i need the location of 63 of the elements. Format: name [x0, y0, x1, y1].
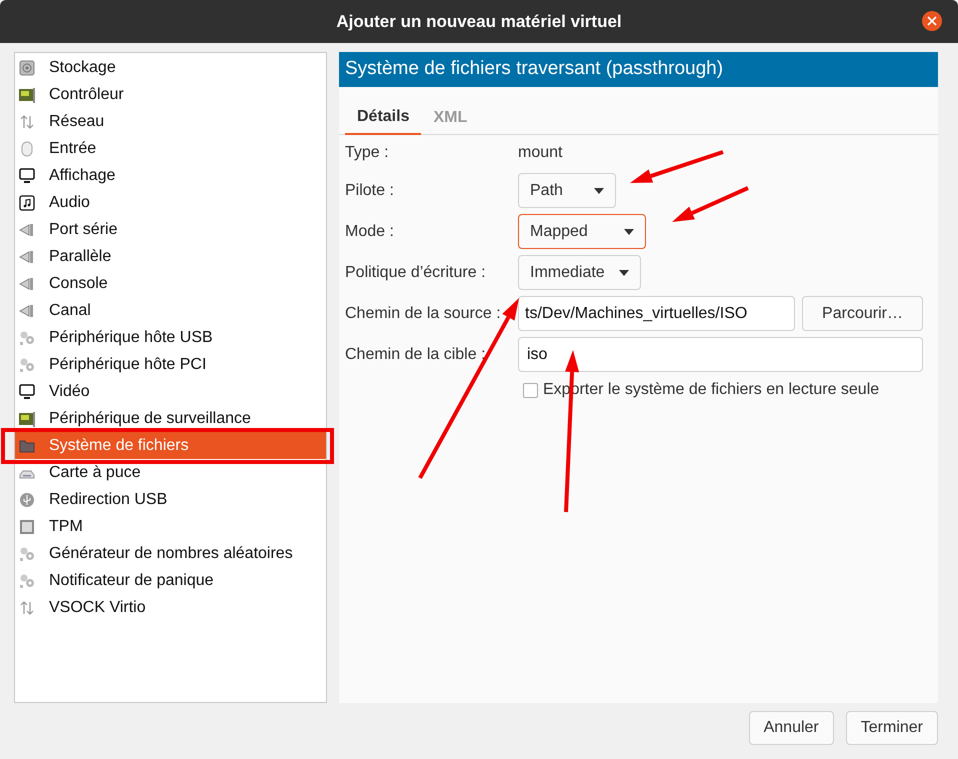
dialog-button[interactable]: Annuler	[748, 711, 834, 745]
device-list-item[interactable]: Redirection USB	[15, 486, 326, 513]
device-list-item[interactable]: Vidéo	[15, 378, 326, 405]
field-label: Chemin de la source :	[345, 304, 502, 324]
plug-icon	[19, 222, 35, 238]
folder-icon	[19, 438, 35, 454]
dropdown[interactable]: Immediate	[518, 255, 641, 290]
caret-icon	[618, 270, 629, 276]
device-list-item[interactable]: Contrôleur	[15, 81, 326, 108]
close-icon	[927, 16, 937, 26]
device-list-item[interactable]: Notificateur de panique	[15, 567, 326, 594]
window-title: Ajouter un nouveau matériel virtuel	[336, 10, 622, 33]
device-list-item[interactable]: Système de fichiers	[15, 432, 326, 459]
device-list-item[interactable]: Réseau	[15, 108, 326, 135]
device-list-item[interactable]: Audio	[15, 189, 326, 216]
gears-icon	[19, 572, 35, 588]
device-list-item[interactable]: TPM	[15, 513, 326, 540]
field-label: Type :	[345, 142, 390, 162]
device-list-item[interactable]: Port série	[15, 216, 326, 243]
field-label: Mode :	[345, 222, 395, 242]
caret-icon	[624, 228, 634, 234]
gears-icon	[19, 330, 35, 346]
device-list-item[interactable]: Carte à puce	[15, 459, 326, 486]
field-label: Politique d’écriture :	[345, 262, 487, 282]
mouse-icon	[19, 140, 35, 156]
device-list-item[interactable]: Stockage	[15, 54, 326, 81]
gears-icon	[19, 356, 35, 372]
browse-button[interactable]: Parcourir…	[802, 296, 923, 331]
dropdown[interactable]: Path	[518, 173, 616, 208]
text-field[interactable]: ts/Dev/Machines_virtuelles/ISO	[518, 296, 795, 331]
card-icon	[19, 410, 35, 426]
plug-icon	[19, 248, 35, 264]
dropdown[interactable]: Mapped	[518, 214, 646, 249]
monitor-icon	[19, 384, 35, 400]
card-icon	[19, 86, 35, 102]
device-list-item[interactable]: Périphérique hôte USB	[15, 324, 326, 351]
device-list-item[interactable]: Canal	[15, 297, 326, 324]
device-list-item[interactable]: VSOCK Virtio	[15, 594, 326, 621]
device-list-item[interactable]: Périphérique de surveillance	[15, 405, 326, 432]
tab[interactable]: Détails	[345, 100, 422, 135]
close-button[interactable]	[922, 11, 942, 31]
device-list-item[interactable]: Parallèle	[15, 243, 326, 270]
plug-icon	[19, 302, 35, 318]
device-list-item[interactable]: Générateur de nombres aléatoires	[15, 540, 326, 567]
device-list-item[interactable]: Console	[15, 270, 326, 297]
monitor-icon	[19, 168, 35, 184]
music-note-icon	[19, 194, 35, 210]
device-list-item[interactable]: Périphérique hôte PCI	[15, 351, 326, 378]
gears-icon	[19, 546, 35, 562]
text-field[interactable]: iso	[518, 337, 923, 372]
field-label: Pilote :	[345, 180, 395, 200]
dialog-button[interactable]: Terminer	[846, 711, 938, 745]
caret-icon	[594, 188, 604, 194]
type-value: mount	[518, 142, 562, 162]
usb-icon	[19, 492, 35, 508]
plug-icon	[19, 276, 35, 292]
section-header: Système de fichiers traversant (passthrough)	[339, 52, 938, 87]
device-list-item[interactable]: Entrée	[15, 135, 326, 162]
checkbox[interactable]	[523, 382, 538, 398]
chip-icon	[19, 518, 35, 534]
arrows-icon	[19, 600, 35, 616]
arrows-icon	[19, 114, 35, 130]
device-list-item[interactable]: Affichage	[15, 162, 326, 189]
